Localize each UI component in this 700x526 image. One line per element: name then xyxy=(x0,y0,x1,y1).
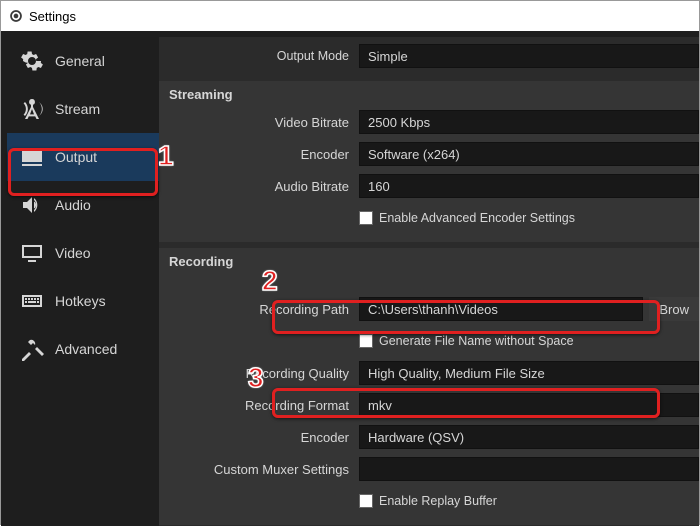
custom-muxer-input[interactable] xyxy=(359,457,699,481)
recording-title: Recording xyxy=(159,254,699,275)
enable-replay-buffer-label: Enable Replay Buffer xyxy=(379,494,497,508)
speaker-icon xyxy=(19,192,45,218)
settings-panel-output: Output Mode Simple Streaming Video Bitra… xyxy=(159,37,699,526)
recording-format-label: Recording Format xyxy=(159,398,359,413)
recording-path-input[interactable]: C:\Users\thanh\Videos xyxy=(359,297,643,321)
output-icon xyxy=(19,144,45,170)
sidebar-item-label: Hotkeys xyxy=(55,293,106,309)
tools-icon xyxy=(19,336,45,362)
settings-sidebar: General Stream Output Audio Video Hotkey… xyxy=(7,37,159,526)
enable-advanced-encoder-label: Enable Advanced Encoder Settings xyxy=(379,211,575,225)
monitor-icon xyxy=(19,240,45,266)
streaming-title: Streaming xyxy=(159,87,699,108)
sidebar-item-label: General xyxy=(55,53,105,69)
sidebar-item-stream[interactable]: Stream xyxy=(7,85,159,133)
enable-replay-buffer-checkbox[interactable] xyxy=(359,494,373,508)
gear-icon xyxy=(19,48,45,74)
sidebar-item-hotkeys[interactable]: Hotkeys xyxy=(7,277,159,325)
sidebar-item-label: Stream xyxy=(55,101,100,117)
recording-path-browse-button[interactable]: Brow xyxy=(649,297,699,321)
video-bitrate-label: Video Bitrate xyxy=(159,115,359,130)
recording-quality-select[interactable]: High Quality, Medium File Size xyxy=(359,361,699,385)
recording-quality-label: Recording Quality xyxy=(159,366,359,381)
sidebar-item-label: Video xyxy=(55,245,91,261)
recording-section: Recording Recording Path C:\Users\thanh\… xyxy=(159,248,699,525)
recording-path-label: Recording Path xyxy=(159,302,359,317)
video-bitrate-input[interactable]: 2500 Kbps xyxy=(359,110,699,134)
sidebar-item-label: Advanced xyxy=(55,341,117,357)
sidebar-item-advanced[interactable]: Advanced xyxy=(7,325,159,373)
sidebar-item-label: Audio xyxy=(55,197,91,213)
enable-advanced-encoder-checkbox[interactable] xyxy=(359,211,373,225)
custom-muxer-label: Custom Muxer Settings xyxy=(159,462,359,477)
sidebar-item-output[interactable]: Output xyxy=(7,133,159,181)
window-titlebar: Settings xyxy=(1,1,699,31)
app-icon xyxy=(9,9,23,23)
output-mode-select[interactable]: Simple xyxy=(359,44,699,68)
streaming-encoder-label: Encoder xyxy=(159,147,359,162)
recording-encoder-select[interactable]: Hardware (QSV) xyxy=(359,425,699,449)
keyboard-icon xyxy=(19,288,45,314)
sidebar-item-audio[interactable]: Audio xyxy=(7,181,159,229)
generate-filename-checkbox[interactable] xyxy=(359,334,373,348)
sidebar-item-general[interactable]: General xyxy=(7,37,159,85)
sidebar-item-video[interactable]: Video xyxy=(7,229,159,277)
streaming-section: Streaming Video Bitrate 2500 Kbps Encode… xyxy=(159,81,699,242)
antenna-icon xyxy=(19,96,45,122)
output-mode-label: Output Mode xyxy=(159,49,359,63)
audio-bitrate-label: Audio Bitrate xyxy=(159,179,359,194)
recording-encoder-label: Encoder xyxy=(159,430,359,445)
generate-filename-label: Generate File Name without Space xyxy=(379,334,574,348)
streaming-encoder-select[interactable]: Software (x264) xyxy=(359,142,699,166)
sidebar-item-label: Output xyxy=(55,149,97,165)
window-title: Settings xyxy=(29,9,76,24)
recording-format-select[interactable]: mkv xyxy=(359,393,699,417)
audio-bitrate-select[interactable]: 160 xyxy=(359,174,699,198)
